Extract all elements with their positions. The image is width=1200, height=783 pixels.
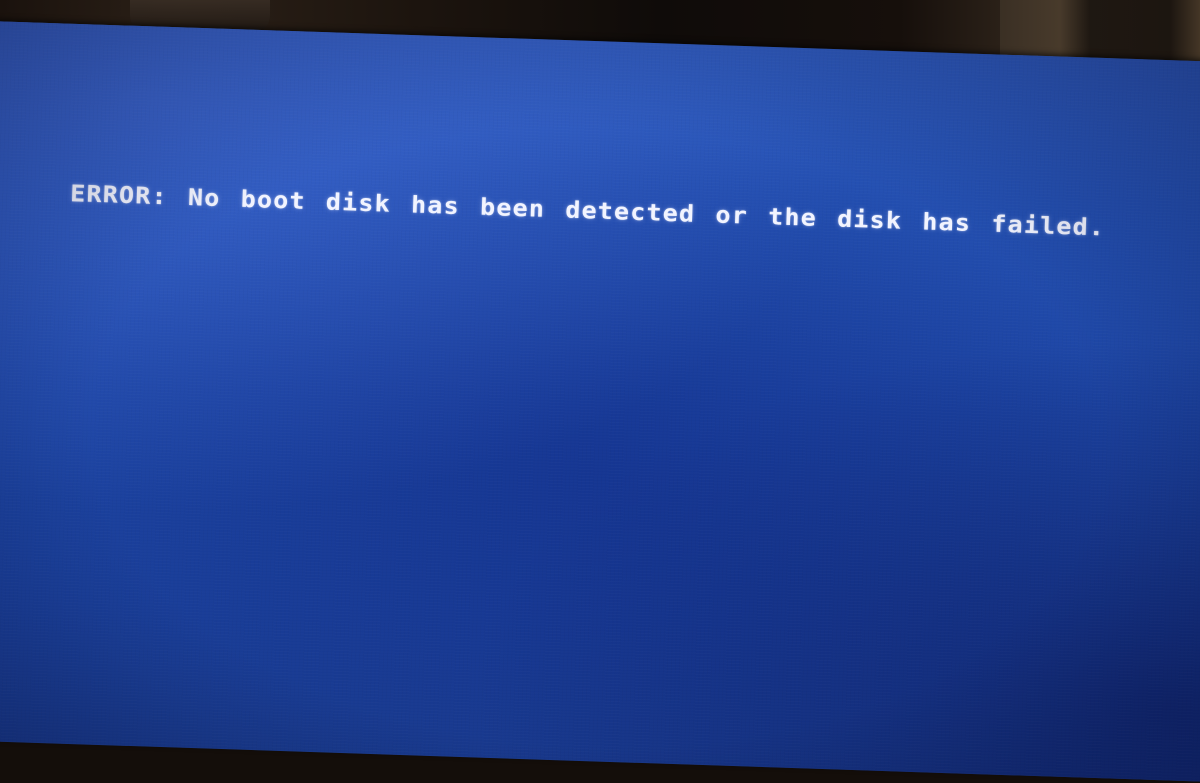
screen-vignette (0, 20, 1200, 783)
boot-error-message: ERROR: No boot disk has been detected or… (69, 179, 1106, 241)
monitor-screen: ERROR: No boot disk has been detected or… (0, 20, 1200, 783)
screen-noise (0, 20, 1200, 783)
